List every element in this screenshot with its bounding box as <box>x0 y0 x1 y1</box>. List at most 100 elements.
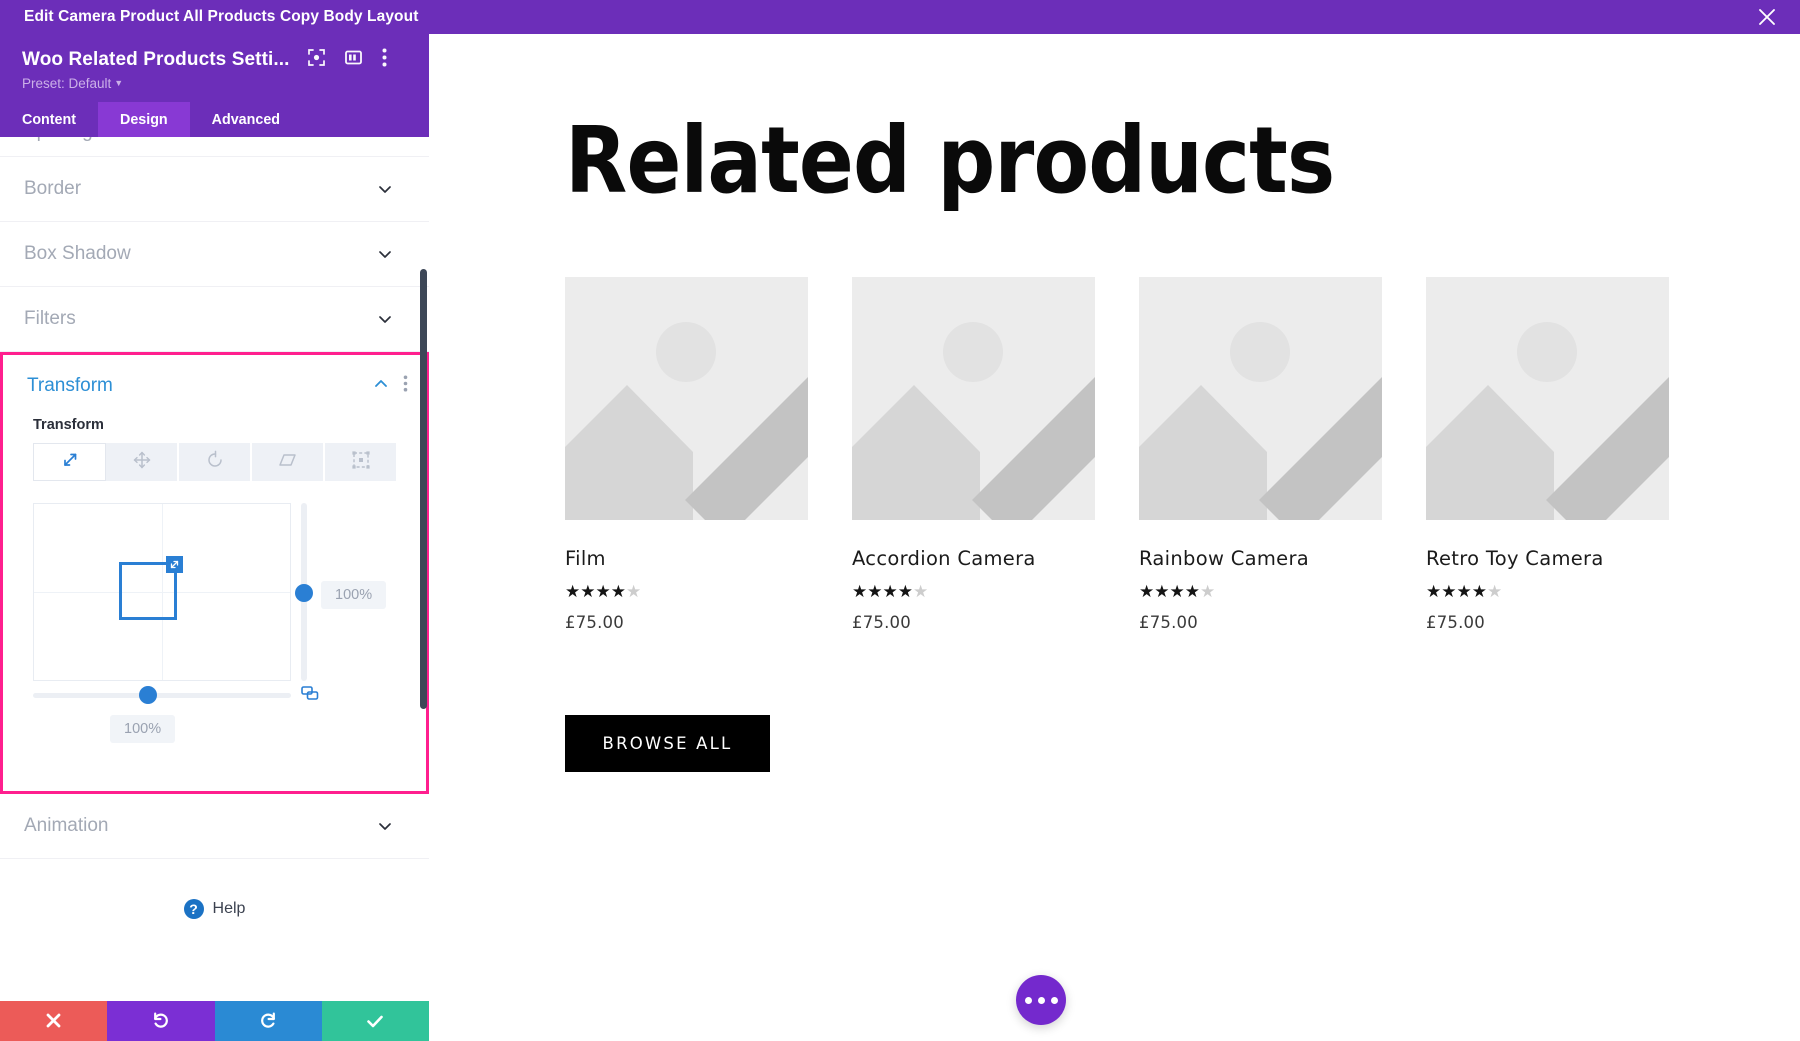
help-link[interactable]: ? Help <box>0 859 429 959</box>
page-title: Related products <box>565 107 1652 214</box>
transform-origin-icon <box>351 450 371 475</box>
product-rating: ★★★★★ <box>852 583 1095 600</box>
skew-parallelogram-icon <box>277 450 299 475</box>
star-filled: ★★★★ <box>565 582 626 601</box>
more-horizontal-icon <box>1038 997 1045 1004</box>
product-image-placeholder <box>565 277 808 520</box>
product-rating: ★★★★★ <box>565 583 808 600</box>
product-card[interactable]: Film ★★★★★ £75.00 <box>565 277 808 632</box>
section-transform-expanded: Transform <box>0 352 429 794</box>
redo-button[interactable] <box>215 1001 322 1041</box>
section-label: Filters <box>24 308 76 330</box>
product-price: £75.00 <box>1139 613 1382 632</box>
section-border[interactable]: Border <box>0 157 429 222</box>
resize-handle-icon[interactable] <box>166 556 183 573</box>
rotate-icon <box>205 450 225 475</box>
section-label: Box Shadow <box>24 243 131 265</box>
star-empty: ★ <box>1487 582 1502 601</box>
slider-knob[interactable] <box>295 584 313 602</box>
section-spacing[interactable]: Spacing <box>0 137 429 157</box>
floating-action-button[interactable] <box>1016 975 1066 1025</box>
product-price: £75.00 <box>1426 613 1669 632</box>
panel-scrollbar[interactable] <box>420 137 429 1001</box>
transform-header[interactable]: Transform <box>3 355 426 417</box>
product-card[interactable]: Accordion Camera ★★★★★ £75.00 <box>852 277 1095 632</box>
transform-mode-scale[interactable] <box>33 443 106 481</box>
tab-advanced[interactable]: Advanced <box>190 102 302 137</box>
transform-scale-x-slider[interactable] <box>33 693 291 698</box>
transform-scale-y-value[interactable]: 100% <box>321 581 386 609</box>
transform-preview-box[interactable] <box>119 562 177 620</box>
star-filled: ★★★★ <box>1426 582 1487 601</box>
link-axes-icon[interactable] <box>301 686 319 706</box>
preset-selector[interactable]: Preset: Default▼ <box>0 72 429 91</box>
close-icon[interactable] <box>1756 6 1778 28</box>
panel-footer <box>0 1001 429 1041</box>
section-label: Spacing <box>24 137 93 143</box>
transform-mode-rotate[interactable] <box>179 443 252 481</box>
product-card[interactable]: Rainbow Camera ★★★★★ £75.00 <box>1139 277 1382 632</box>
close-x-icon <box>44 1011 63 1035</box>
chevron-down-icon <box>377 181 393 197</box>
app-root: Edit Camera Product All Products Copy Bo… <box>0 0 1800 1041</box>
transform-scale-x-value[interactable]: 100% <box>110 715 175 743</box>
transform-mode-translate[interactable] <box>106 443 179 481</box>
more-horizontal-icon <box>1025 997 1032 1004</box>
target-focus-icon[interactable] <box>308 49 325 71</box>
product-price: £75.00 <box>852 613 1095 632</box>
chevron-down-icon <box>377 246 393 262</box>
more-vertical-icon[interactable] <box>403 375 408 397</box>
undo-button[interactable] <box>107 1001 214 1041</box>
tab-design[interactable]: Design <box>98 102 190 137</box>
transform-scale-y-slider[interactable] <box>301 503 307 681</box>
transform-mode-origin[interactable] <box>325 443 396 481</box>
section-label: Border <box>24 178 81 200</box>
section-animation[interactable]: Animation <box>0 794 429 859</box>
page-preview: Related products Film ★★★★★ £75.00 <box>429 34 1800 1041</box>
star-filled: ★★★★ <box>1139 582 1200 601</box>
preset-label: Preset: Default <box>22 76 111 91</box>
transform-stage: 100% 100% <box>33 503 396 718</box>
chevron-down-icon: ▼ <box>114 78 123 88</box>
section-box-shadow[interactable]: Box Shadow <box>0 222 429 287</box>
undo-icon <box>150 1010 171 1036</box>
more-horizontal-icon <box>1051 997 1058 1004</box>
section-label: Animation <box>24 815 109 837</box>
transform-mode-skew[interactable] <box>252 443 325 481</box>
product-image-placeholder <box>852 277 1095 520</box>
chevron-up-icon[interactable] <box>373 376 389 397</box>
section-filters[interactable]: Filters <box>0 287 429 352</box>
help-label: Help <box>213 900 246 918</box>
tab-content[interactable]: Content <box>0 102 98 137</box>
check-icon <box>364 1010 386 1037</box>
transform-preview-grid[interactable] <box>33 503 291 681</box>
star-empty: ★ <box>626 582 641 601</box>
more-vertical-icon[interactable] <box>382 48 387 72</box>
cancel-button[interactable] <box>0 1001 107 1041</box>
star-empty: ★ <box>1200 582 1215 601</box>
redo-icon <box>258 1010 279 1036</box>
transform-body: Transform <box>3 417 426 718</box>
move-cross-icon <box>132 450 152 475</box>
transform-field-label: Transform <box>33 417 396 433</box>
product-price: £75.00 <box>565 613 808 632</box>
product-grid: Film ★★★★★ £75.00 Accordion Camera ★★★★★… <box>565 277 1800 632</box>
save-button[interactable] <box>322 1001 429 1041</box>
layout-panel-icon[interactable] <box>345 49 362 71</box>
transform-title: Transform <box>27 375 113 397</box>
chevron-down-icon <box>377 311 393 327</box>
scrollbar-thumb[interactable] <box>420 269 427 709</box>
window-title-bar: Edit Camera Product All Products Copy Bo… <box>0 0 1800 34</box>
slider-knob[interactable] <box>139 686 157 704</box>
star-empty: ★ <box>913 582 928 601</box>
panel-scroll-area: Spacing Border Box Shadow Filters <box>0 137 429 1001</box>
panel-title: Woo Related Products Setti... <box>22 49 290 71</box>
product-image-placeholder <box>1139 277 1382 520</box>
browse-all-button[interactable]: BROWSE ALL <box>565 715 770 772</box>
product-image-placeholder <box>1426 277 1669 520</box>
chevron-down-icon <box>377 818 393 834</box>
panel-header: Woo Related Products Setti... <box>0 34 429 102</box>
product-card[interactable]: Retro Toy Camera ★★★★★ £75.00 <box>1426 277 1669 632</box>
product-name: Retro Toy Camera <box>1426 547 1669 570</box>
product-name: Rainbow Camera <box>1139 547 1382 570</box>
